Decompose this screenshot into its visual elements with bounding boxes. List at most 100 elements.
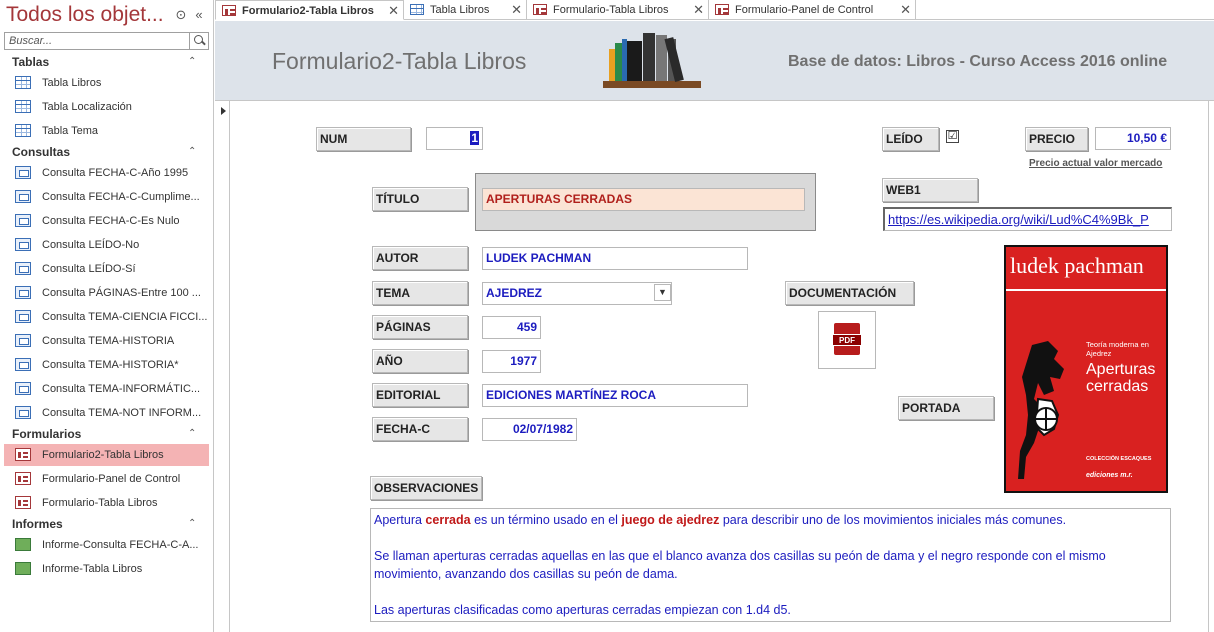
nav-item[interactable]: Consulta FECHA-C-Cumplime...: [4, 186, 209, 208]
nav-item[interactable]: Tabla Localización: [4, 96, 209, 118]
query-icon: [15, 190, 31, 203]
titulo-field[interactable]: APERTURAS CERRADAS: [482, 188, 805, 211]
nav-item[interactable]: Consulta TEMA-CIENCIA FICCI...: [4, 306, 209, 328]
nav-item[interactable]: Consulta FECHA-C-Es Nulo: [4, 210, 209, 232]
nav-item[interactable]: Consulta TEMA-NOT INFORM...: [4, 402, 209, 424]
chevron-up-icon[interactable]: ⌃: [188, 428, 196, 439]
form-icon: [222, 5, 236, 16]
cover-subtitle: Teoría moderna en Ajedrez: [1086, 340, 1149, 358]
cover-collection: COLECCIÓN ESCAQUES: [1086, 456, 1152, 462]
nav-item[interactable]: Formulario-Tabla Libros: [4, 492, 209, 514]
label-titulo: TÍTULO: [372, 187, 468, 211]
nav-item[interactable]: Consulta TEMA-HISTORIA*: [4, 354, 209, 376]
nav-item[interactable]: Consulta TEMA-INFORMÁTIC...: [4, 378, 209, 400]
group-header-tablas[interactable]: Tablas: [12, 55, 49, 69]
form-border: [1208, 101, 1209, 632]
tab-formulario-tabla-libros[interactable]: Formulario-Tabla Libros ✕: [527, 0, 709, 20]
nav-item[interactable]: Tabla Libros: [4, 72, 209, 94]
label-autor: AUTOR: [372, 246, 468, 270]
num-field[interactable]: 1: [426, 127, 483, 150]
nav-pane-title[interactable]: Todos los objet...: [6, 3, 164, 27]
books-icon: [603, 33, 701, 88]
database-caption: Base de datos: Libros - Curso Access 201…: [788, 53, 1168, 70]
label-web1: WEB1: [882, 178, 978, 202]
web-link[interactable]: https://es.wikipedia.org/wiki/Lud%C4%9Bk…: [883, 207, 1172, 231]
precio-field[interactable]: 10,50 €: [1095, 127, 1171, 150]
documentation-attachment[interactable]: PDF: [818, 311, 876, 369]
form-icon: [715, 4, 729, 15]
query-icon: [15, 286, 31, 299]
pdf-icon-label: PDF: [839, 336, 855, 345]
close-icon[interactable]: ✕: [693, 0, 704, 20]
paginas-field[interactable]: 459: [482, 316, 541, 339]
form-icon: [533, 4, 547, 15]
label-portada: PORTADA: [898, 396, 994, 420]
label-paginas: PÁGINAS: [372, 315, 468, 339]
query-icon: [15, 238, 31, 251]
form-icon: [15, 472, 31, 485]
chevron-up-icon[interactable]: ⌃: [188, 56, 196, 67]
cover-title: Aperturas cerradas: [1086, 361, 1156, 395]
close-icon[interactable]: ✕: [511, 0, 522, 20]
nav-item-selected[interactable]: Formulario2-Tabla Libros: [4, 444, 209, 466]
table-icon: [15, 100, 31, 113]
tema-combobox[interactable]: AJEDREZ: [482, 282, 672, 305]
group-header-formularios[interactable]: Formularios: [12, 427, 81, 441]
form-icon: [15, 448, 31, 461]
label-num: NUM: [316, 127, 411, 151]
query-icon: [15, 310, 31, 323]
obs-paragraph: Se llaman aperturas cerradas aquellas en…: [374, 549, 1106, 581]
report-icon: [15, 538, 31, 551]
group-header-informes[interactable]: Informes: [12, 517, 63, 531]
nav-item[interactable]: Consulta FECHA-C-Año 1995: [4, 162, 209, 184]
precio-note: Precio actual valor mercado: [1029, 158, 1163, 169]
group-header-consultas[interactable]: Consultas: [12, 145, 70, 159]
pdf-icon: PDF: [832, 323, 862, 355]
query-icon: [15, 214, 31, 227]
label-precio: PRECIO: [1025, 127, 1088, 151]
nav-item[interactable]: Formulario-Panel de Control: [4, 468, 209, 490]
label-observaciones: OBSERVACIONES: [370, 476, 482, 500]
leido-checkbox[interactable]: ☑: [946, 130, 959, 143]
search-placeholder: Buscar...: [9, 35, 52, 47]
collapse-pane-icon[interactable]: «: [191, 7, 207, 23]
tab-formulario2[interactable]: Formulario2-Tabla Libros ✕: [215, 0, 404, 20]
chevron-up-icon[interactable]: ⌃: [188, 518, 196, 529]
chevron-up-icon[interactable]: ⌃: [188, 146, 196, 157]
chevron-down-icon[interactable]: ⊙: [173, 7, 189, 23]
nav-item[interactable]: Informe-Consulta FECHA-C-A...: [4, 534, 209, 556]
table-icon: [15, 124, 31, 137]
chevron-down-icon[interactable]: ▼: [654, 284, 671, 301]
fecha-c-field[interactable]: 02/07/1982: [482, 418, 577, 441]
obs-paragraph: Apertura cerrada es un término usado en …: [374, 513, 1067, 527]
record-selector[interactable]: [215, 101, 230, 632]
search-icon[interactable]: [189, 33, 207, 49]
form-title: Formulario2-Tabla Libros: [272, 48, 527, 74]
search-input[interactable]: Buscar...: [4, 32, 209, 50]
anio-field[interactable]: 1977: [482, 350, 541, 373]
form-icon: [15, 496, 31, 509]
autor-field[interactable]: LUDEK PACHMAN: [482, 247, 748, 270]
nav-item[interactable]: Consulta PÁGINAS-Entre 100 ...: [4, 282, 209, 304]
cover-publisher: ediciones m.r.: [1086, 472, 1133, 479]
observaciones-memo[interactable]: Apertura cerrada es un término usado en …: [370, 508, 1171, 622]
nav-item[interactable]: Tabla Tema: [4, 120, 209, 142]
document-tabs: Formulario2-Tabla Libros ✕ Tabla Libros …: [215, 0, 1214, 20]
close-icon[interactable]: ✕: [900, 0, 911, 20]
cover-divider: [1006, 289, 1166, 291]
nav-item[interactable]: Informe-Tabla Libros: [4, 558, 209, 580]
editorial-field[interactable]: EDICIONES MARTÍNEZ ROCA: [482, 384, 748, 407]
obs-paragraph: Las aperturas clasificadas como apertura…: [374, 603, 791, 617]
nav-item[interactable]: Consulta TEMA-HISTORIA: [4, 330, 209, 352]
label-fecha-c: FECHA-C: [372, 417, 468, 441]
label-documentacion: DOCUMENTACIÓN: [785, 281, 914, 305]
tab-tabla-libros[interactable]: Tabla Libros ✕: [404, 0, 527, 20]
nav-item[interactable]: Consulta LEÍDO-No: [4, 234, 209, 256]
chess-knight-icon: [1018, 341, 1064, 479]
query-icon: [15, 334, 31, 347]
close-icon[interactable]: ✕: [388, 1, 399, 21]
label-leido: LEÍDO: [882, 127, 939, 151]
tab-formulario-panel[interactable]: Formulario-Panel de Control ✕: [709, 0, 916, 20]
book-cover-image[interactable]: ludek pachman Teoría moderna en Ajedrez …: [1004, 245, 1168, 493]
nav-item[interactable]: Consulta LEÍDO-Sí: [4, 258, 209, 280]
